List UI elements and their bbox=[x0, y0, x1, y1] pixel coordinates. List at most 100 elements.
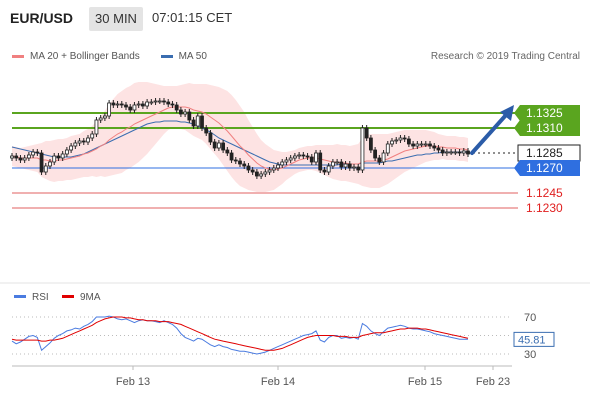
candle-body bbox=[111, 102, 116, 106]
candle-body bbox=[183, 111, 188, 115]
candle-body bbox=[364, 127, 369, 139]
candle-body bbox=[381, 152, 386, 163]
candle-body bbox=[162, 100, 166, 103]
candle-body bbox=[140, 103, 145, 107]
candle-body bbox=[292, 155, 297, 159]
candle-body bbox=[432, 145, 437, 149]
candle-body bbox=[124, 104, 128, 108]
bollinger-band-area bbox=[12, 82, 468, 192]
candle-body bbox=[419, 143, 424, 146]
candle-body bbox=[102, 115, 107, 119]
candle-body bbox=[81, 140, 86, 143]
candle-body bbox=[335, 161, 340, 164]
ma9-swatch bbox=[62, 295, 74, 298]
candle-body bbox=[31, 151, 36, 156]
forecast-arrow-shaft bbox=[470, 113, 508, 155]
candle-body bbox=[271, 167, 276, 171]
candle-body bbox=[221, 142, 226, 151]
candle-body bbox=[94, 119, 99, 135]
candle-body bbox=[415, 143, 420, 147]
candle-body bbox=[267, 169, 272, 173]
candle bbox=[107, 100, 112, 119]
candle-body bbox=[406, 138, 411, 145]
candle-body bbox=[398, 137, 403, 141]
candle-body bbox=[77, 140, 82, 144]
candle-body bbox=[153, 100, 158, 103]
candle-body bbox=[250, 169, 255, 173]
x-tick-label: Feb 15 bbox=[408, 376, 442, 388]
candle-body bbox=[254, 171, 259, 177]
candle-body bbox=[347, 163, 352, 169]
candle-body bbox=[187, 111, 192, 121]
candle-body bbox=[132, 104, 137, 111]
level-label-1.1270: 1.1270 bbox=[526, 161, 563, 175]
candle-body bbox=[195, 115, 200, 127]
candle-body bbox=[322, 169, 327, 173]
candle-body bbox=[73, 142, 78, 147]
candle bbox=[318, 150, 323, 173]
ma9-line bbox=[11, 316, 469, 351]
candle bbox=[200, 113, 204, 131]
rsi-tick-30: 30 bbox=[524, 349, 536, 361]
level-label-1.1230: 1.1230 bbox=[526, 201, 563, 215]
candle-body bbox=[318, 152, 323, 171]
candle-body bbox=[128, 106, 133, 111]
candle-body bbox=[339, 161, 344, 168]
candle-body bbox=[48, 161, 52, 167]
level-label-1.1325: 1.1325 bbox=[526, 106, 563, 120]
ma9-legend-label: 9MA bbox=[80, 292, 101, 303]
candle-body bbox=[52, 155, 57, 163]
candle-body bbox=[343, 163, 348, 168]
candle-body bbox=[208, 132, 213, 143]
candle-body bbox=[428, 143, 432, 147]
candle-body bbox=[225, 149, 230, 154]
candle-body bbox=[305, 155, 310, 158]
candle bbox=[94, 117, 99, 137]
candle-body bbox=[309, 156, 314, 163]
candle-body bbox=[352, 166, 356, 169]
candle-body bbox=[246, 165, 251, 171]
candle-body bbox=[453, 151, 458, 154]
candle-body bbox=[119, 103, 124, 106]
level-label-1.1310: 1.1310 bbox=[526, 121, 563, 135]
candle-body bbox=[263, 171, 268, 175]
candle-body bbox=[238, 160, 242, 165]
candle-body bbox=[440, 149, 445, 154]
candle-body bbox=[56, 155, 61, 159]
candle-body bbox=[170, 103, 175, 106]
candle-body bbox=[18, 157, 23, 161]
candle-body bbox=[98, 117, 103, 121]
candle-body bbox=[356, 166, 361, 171]
rsi-swatch bbox=[14, 295, 26, 298]
candle-body bbox=[86, 137, 90, 143]
candle-body bbox=[43, 165, 48, 173]
candle-body bbox=[145, 101, 150, 107]
candle-body bbox=[14, 155, 19, 159]
candle-body bbox=[178, 109, 183, 115]
candle-body bbox=[301, 154, 306, 157]
candle-body bbox=[436, 147, 441, 151]
candle-body bbox=[461, 150, 466, 154]
candle-body bbox=[373, 149, 378, 159]
candle-body bbox=[216, 142, 221, 149]
level-label-1.1285: 1.1285 bbox=[526, 146, 563, 160]
candle-body bbox=[166, 101, 171, 105]
candle-body bbox=[368, 137, 373, 151]
candle-body bbox=[360, 127, 365, 171]
x-tick-label: Feb 23 bbox=[476, 376, 510, 388]
candle-body bbox=[330, 161, 335, 167]
candle bbox=[368, 135, 373, 153]
candle-body bbox=[377, 157, 382, 163]
candle-body bbox=[35, 151, 40, 154]
candle-body bbox=[149, 101, 154, 104]
candle-body bbox=[284, 159, 289, 163]
rsi-tick-70: 70 bbox=[524, 312, 536, 324]
candle-body bbox=[394, 139, 399, 142]
candle-body bbox=[385, 143, 390, 154]
candle-body bbox=[90, 133, 95, 139]
candle-body bbox=[191, 119, 196, 127]
candle-body bbox=[326, 165, 331, 173]
candle-body bbox=[39, 152, 44, 173]
candle-body bbox=[157, 100, 162, 103]
candle-body bbox=[390, 140, 394, 145]
